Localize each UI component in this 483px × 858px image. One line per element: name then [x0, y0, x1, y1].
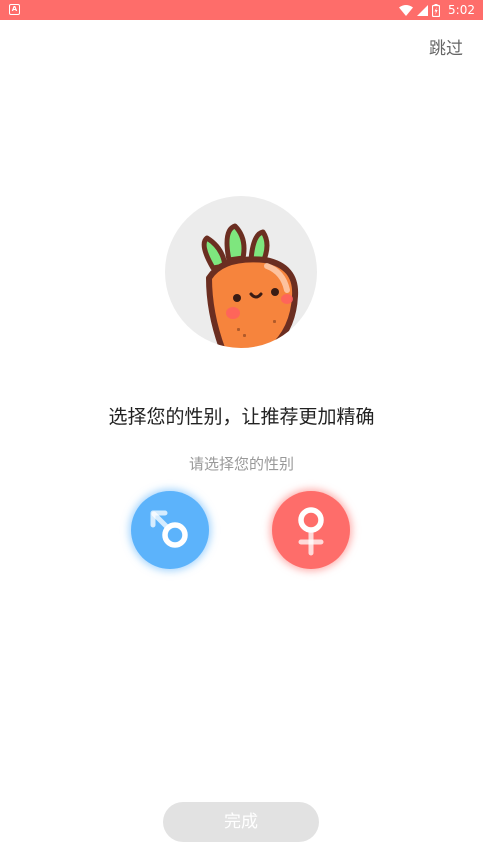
carrot-mascot-icon	[201, 223, 299, 348]
page-subtitle: 请选择您的性别	[188, 455, 294, 473]
status-time: 5:02	[448, 3, 475, 17]
done-button[interactable]: 完成	[163, 802, 319, 842]
app-notification-icon: A	[9, 4, 20, 15]
battery-icon	[432, 3, 441, 17]
male-option-button[interactable]	[131, 491, 209, 569]
skip-button[interactable]: 跳过	[429, 34, 463, 59]
carrot-mascot-avatar	[165, 196, 317, 348]
page-title: 选择您的性别，让推荐更加精确	[108, 406, 375, 428]
status-icons: 5:02	[399, 0, 475, 20]
status-bar: A 5:02	[0, 0, 483, 20]
signal-icon	[417, 4, 429, 16]
female-option-button[interactable]	[272, 491, 350, 569]
female-symbol-icon	[298, 507, 324, 556]
male-symbol-icon	[150, 510, 188, 548]
wifi-icon	[399, 4, 414, 16]
